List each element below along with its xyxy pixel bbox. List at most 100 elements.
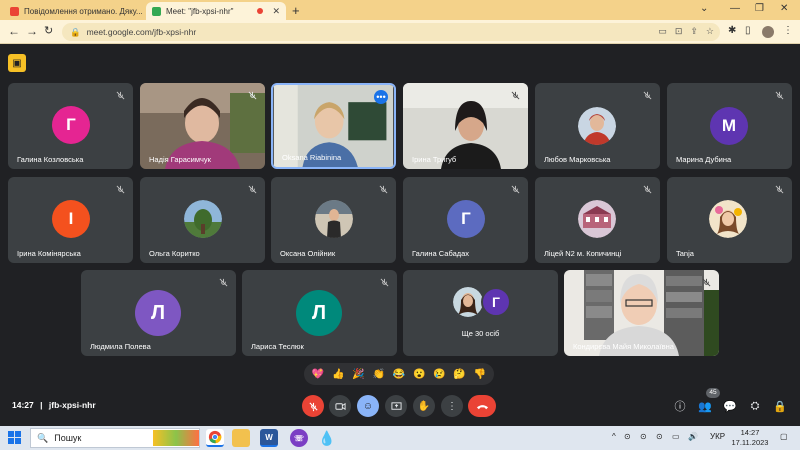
taskbar-clock[interactable]: 14:27 17.11.2023 — [730, 428, 770, 448]
participant-tile-active-speaker[interactable]: ••• Oksana Riabinina — [271, 83, 396, 169]
mic-off-button[interactable] — [302, 395, 324, 417]
reaction-laugh[interactable]: 😂 — [393, 369, 405, 380]
camera-permission-icon[interactable]: ▭ — [658, 26, 667, 37]
camera-icon — [334, 402, 346, 410]
avatar — [184, 200, 222, 238]
avatar: Г — [481, 287, 511, 317]
more-participants-tile[interactable]: Г Ще 30 осіб — [403, 270, 558, 356]
file-explorer-icon[interactable] — [232, 429, 250, 447]
back-icon[interactable]: ← — [8, 24, 20, 38]
tray-app-icon[interactable]: ⊙ — [640, 432, 647, 441]
people-button[interactable]: 👥 — [698, 399, 712, 413]
forward-icon[interactable]: → — [26, 24, 38, 38]
participant-tile[interactable]: Любов Марковська — [535, 83, 660, 169]
show-hidden-icons[interactable]: ^ — [612, 432, 616, 441]
muted-mic-icon — [246, 89, 258, 101]
profile-avatar[interactable] — [762, 26, 774, 38]
reaction-sad[interactable]: 😢 — [433, 369, 445, 380]
close-tab-icon[interactable]: ✕ — [272, 6, 280, 17]
muted-mic-icon — [641, 183, 653, 195]
muted-mic-icon — [378, 276, 390, 288]
participant-tile[interactable]: Tanja — [667, 177, 792, 263]
reaction-surprised[interactable]: 😮 — [413, 369, 425, 380]
muted-mic-icon — [509, 183, 521, 195]
meeting-info-button[interactable]: ⓘ — [673, 399, 687, 413]
viber-icon[interactable]: ☏ — [290, 429, 308, 447]
participant-tile[interactable]: Л Людмила Полева — [81, 270, 236, 356]
reaction-thinking[interactable]: 🤔 — [453, 369, 465, 380]
participant-tile[interactable]: Л Лариса Теслюк — [242, 270, 397, 356]
new-tab-button[interactable]: + — [292, 3, 300, 18]
participant-tile[interactable]: М Марина Дубина — [667, 83, 792, 169]
reload-icon[interactable]: ↻ — [44, 24, 53, 37]
browser-tab-gmail[interactable]: Повідомлення отримано. Дяку... ✕ — [4, 2, 144, 20]
participant-tile[interactable]: Ірина Тригуб — [403, 83, 528, 169]
reaction-party[interactable]: 🎉 — [352, 369, 364, 380]
present-button[interactable] — [385, 395, 407, 417]
present-screen-icon — [390, 401, 402, 410]
screen-share-icon[interactable]: ⊡ — [675, 26, 683, 37]
restore-icon[interactable]: ❐ — [755, 3, 764, 14]
raise-hand-button[interactable]: ✋ — [413, 395, 435, 417]
participant-name: Оксана Олійник — [280, 249, 336, 258]
network-icon[interactable]: ▭ — [672, 432, 680, 441]
app-drop-icon[interactable]: 💧 — [318, 429, 336, 447]
notifications-icon[interactable]: ▢ — [780, 432, 788, 441]
reaction-heart[interactable]: 💖 — [312, 369, 324, 380]
participant-tile[interactable]: Оксана Олійник — [271, 177, 396, 263]
muted-mic-icon — [700, 276, 712, 288]
more-options-icon[interactable]: ••• — [374, 90, 388, 104]
muted-mic-icon — [641, 89, 653, 101]
bookmark-star-icon[interactable]: ☆ — [706, 26, 714, 37]
participant-tile[interactable]: Кондирєва Майя Миколаївна — [564, 270, 719, 356]
separator: | — [40, 400, 43, 410]
taskbar-search[interactable]: 🔍 Пошук — [30, 428, 200, 448]
menu-icon[interactable]: ⋮ — [783, 25, 793, 36]
muted-mic-icon — [773, 89, 785, 101]
meeting-info-icon[interactable]: ▣ — [8, 54, 26, 72]
chrome-taskbar-icon[interactable] — [206, 429, 224, 447]
activities-button[interactable]: ⛭ — [748, 399, 762, 413]
reactions-bar: 💖 👍 🎉 👏 😂 😮 😢 🤔 👎 — [304, 363, 494, 385]
host-controls-button[interactable]: 🔒 — [773, 399, 787, 413]
participant-tile[interactable]: Г Галина Сабадах — [403, 177, 528, 263]
participant-name: Oksana Riabinina — [282, 153, 342, 162]
participant-tile[interactable]: Надія Гарасимчук — [140, 83, 265, 169]
camera-button[interactable] — [329, 395, 351, 417]
reaction-clap[interactable]: 👏 — [373, 369, 385, 380]
tray-app-icon[interactable]: ⊙ — [656, 432, 663, 441]
search-icon: 🔍 — [37, 432, 49, 443]
mic-off-icon — [308, 401, 318, 411]
avatar — [709, 200, 747, 238]
tab-search-icon[interactable]: ⌄ — [700, 3, 708, 14]
avatar: І — [52, 200, 90, 238]
captions-button[interactable]: ☺ — [357, 395, 379, 417]
muted-mic-icon — [114, 89, 126, 101]
windows-start-button[interactable] — [8, 431, 21, 444]
reaction-thumbs-up[interactable]: 👍 — [332, 369, 344, 380]
extensions-icon[interactable]: ✱ — [728, 25, 736, 36]
participant-tile[interactable]: І Ірина Комінярська — [8, 177, 133, 263]
avatar: М — [710, 107, 748, 145]
word-icon[interactable]: W — [260, 429, 278, 447]
chat-button[interactable]: 💬 — [723, 399, 737, 413]
reaction-thumbs-down[interactable]: 👎 — [474, 369, 486, 380]
participant-tile[interactable]: Г Галина Козловська — [8, 83, 133, 169]
volume-icon[interactable]: 🔊 — [688, 432, 698, 441]
hand-icon: ✋ — [417, 400, 431, 412]
close-window-icon[interactable]: ✕ — [780, 3, 788, 14]
windows-taskbar: 🔍 Пошук W ☏ 💧 ^ ⊙ ⊙ ⊙ ▭ 🔊 УКР 14:27 17.1… — [0, 426, 800, 450]
tab-title: Meet: "jfb-xpsi-nhr" — [166, 6, 234, 16]
share-icon[interactable]: ⇪ — [690, 26, 698, 37]
browser-tab-meet[interactable]: Meet: "jfb-xpsi-nhr" ✕ — [146, 2, 286, 20]
minimize-icon[interactable]: — — [730, 3, 740, 14]
more-options-button[interactable]: ⋮ — [441, 395, 463, 417]
address-bar[interactable]: 🔒 meet.google.com/jfb-xpsi-nhr ▭ ⊡ ⇪ ☆ — [62, 23, 720, 41]
keyboard-language[interactable]: УКР — [710, 432, 725, 441]
tray-app-icon[interactable]: ⊙ — [624, 432, 631, 441]
participant-tile[interactable]: Ліцей N2 м. Копичинці — [535, 177, 660, 263]
participant-tile[interactable]: Ольга Коритко — [140, 177, 265, 263]
muted-mic-icon — [217, 276, 229, 288]
side-panel-icon[interactable]: ▯ — [745, 25, 751, 36]
leave-call-button[interactable] — [468, 395, 496, 417]
